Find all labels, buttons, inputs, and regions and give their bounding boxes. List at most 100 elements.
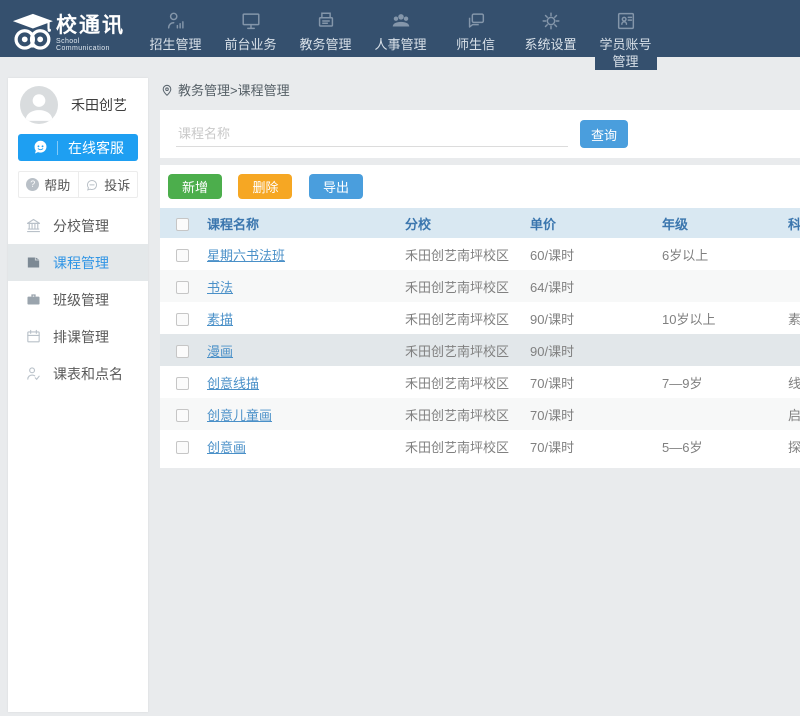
nav-label: 系统设置 [524,36,576,53]
course-link[interactable]: 星期六书法班 [207,248,285,263]
sidebar-item-class-management[interactable]: 班级管理 [8,281,148,318]
row-checkbox[interactable] [176,281,189,294]
grade-cell [662,398,788,430]
printer-icon [315,9,337,33]
table-row: 漫画 禾田创艺南坪校区 90/课时 [160,334,800,366]
nav-label: 教务管理 [299,36,351,53]
sidebar-menu: 分校管理 课程管理 班级管理 [8,207,148,392]
nav-menu: 招生管理 前台业务 教务管理 [138,0,663,70]
help-button[interactable]: 帮助 [19,172,78,197]
subject-cell: 素 [788,302,800,334]
branch-cell: 禾田创艺南坪校区 [405,430,530,462]
price-cell: 60/课时 [530,238,662,270]
breadcrumb-text: 教务管理>课程管理 [178,80,290,99]
price-cell: 70/课时 [530,366,662,398]
app-subtitle: School Communication [56,38,132,52]
table-row: 星期六书法班 禾田创艺南坪校区 60/课时 6岁以上 [160,238,800,270]
username: 禾田创艺 [71,95,127,115]
subject-cell: 线 [788,366,800,398]
branch-cell: 禾田创艺南坪校区 [405,302,530,334]
grade-cell: 5—6岁 [662,430,788,462]
nav-item-hr[interactable]: 人事管理 [363,0,438,53]
app-title: 校通讯 [56,14,132,38]
breadcrumb: 教务管理>课程管理 [160,80,800,99]
row-checkbox[interactable] [176,377,189,390]
grade-cell: 7—9岁 [662,366,788,398]
row-checkbox[interactable] [176,441,189,454]
nav-label: 前台业务 [224,36,276,53]
sidebar-item-label: 班级管理 [53,290,109,310]
nav-item-student-accounts[interactable]: 学员账号管理 [588,0,663,70]
nav-item-enrollment[interactable]: 招生管理 [138,0,213,53]
sidebar-item-timetable-rollcall[interactable]: 课表和点名 [8,355,148,392]
sidebar-item-schedule-management[interactable]: 排课管理 [8,318,148,355]
row-checkbox[interactable] [176,345,189,358]
add-button[interactable]: 新增 [168,174,222,199]
help-complaint-box: 帮助 投诉 [18,171,138,198]
search-panel: 查询 [160,110,800,158]
sidebar-item-label: 分校管理 [53,216,109,236]
nav-label: 人事管理 [374,36,426,53]
export-button[interactable]: 导出 [309,174,363,199]
user-profile: 禾田创艺 [8,78,148,130]
main-content: 教务管理>课程管理 查询 新增 删除 导出 课程名称 分校 单价 年级 科目 [160,80,800,468]
grade-cell: 6岁以上 [662,238,788,270]
branch-cell: 禾田创艺南坪校区 [405,334,530,366]
row-checkbox[interactable] [176,249,189,262]
person-check-icon [25,365,42,382]
delete-button[interactable]: 删除 [238,174,292,199]
app-logo[interactable]: 校通讯 School Communication [0,0,138,57]
calendar-icon [25,328,42,345]
avatar[interactable] [20,86,58,124]
course-link[interactable]: 创意画 [207,440,246,455]
nav-label: 学员账号管理 [595,36,657,70]
course-link[interactable]: 书法 [207,280,233,295]
table-row: 书法 禾田创艺南坪校区 64/课时 [160,270,800,302]
table-toolbar: 新增 删除 导出 [160,174,800,208]
sidebar-item-branch-management[interactable]: 分校管理 [8,207,148,244]
nav-item-academic[interactable]: 教务管理 [288,0,363,53]
complaint-label: 投诉 [104,175,130,194]
sidebar-item-label: 课表和点名 [53,364,123,384]
row-checkbox[interactable] [176,313,189,326]
price-cell: 70/课时 [530,430,662,462]
grade-cell [662,270,788,302]
online-service-button[interactable]: 在线客服 [18,134,138,161]
sidebar: 禾田创艺 在线客服 帮助 投诉 [8,78,148,712]
owl-logo-icon [10,13,54,53]
branch-cell: 禾田创艺南坪校区 [405,398,530,430]
course-link[interactable]: 创意线描 [207,376,259,391]
help-label: 帮助 [44,175,70,194]
gear-icon [540,9,562,33]
nav-item-messages[interactable]: 师生信 [438,0,513,53]
branch-cell: 禾田创艺南坪校区 [405,366,530,398]
subject-cell: 启 [788,398,800,430]
price-cell: 70/课时 [530,398,662,430]
query-button[interactable]: 查询 [580,120,628,148]
sidebar-item-label: 排课管理 [53,327,109,347]
table-row: 素描 禾田创艺南坪校区 90/课时 10岁以上 素 [160,302,800,334]
select-all-checkbox[interactable] [176,218,189,231]
grade-cell [662,334,788,366]
monitor-icon [240,9,262,33]
price-cell: 90/课时 [530,334,662,366]
course-link[interactable]: 素描 [207,312,233,327]
col-header-price: 单价 [530,208,662,238]
course-table: 课程名称 分校 单价 年级 科目 星期六书法班 禾田创艺南坪校区 60/课时 6… [160,208,800,462]
branch-cell: 禾田创艺南坪校区 [405,270,530,302]
nav-item-frontdesk[interactable]: 前台业务 [213,0,288,53]
course-name-input[interactable] [176,121,568,147]
course-link[interactable]: 漫画 [207,344,233,359]
row-checkbox[interactable] [176,409,189,422]
col-header-name: 课程名称 [207,208,405,238]
sidebar-item-course-management[interactable]: 课程管理 [8,244,148,281]
course-link[interactable]: 创意儿童画 [207,408,272,423]
course-book-icon [25,254,42,271]
nav-item-settings[interactable]: 系统设置 [513,0,588,53]
people-group-icon [390,9,412,33]
question-icon [26,178,39,191]
logo-text: 校通讯 School Communication [56,14,132,52]
sidebar-item-label: 课程管理 [53,253,109,273]
id-card-icon [615,9,637,33]
complaint-button[interactable]: 投诉 [78,172,138,197]
